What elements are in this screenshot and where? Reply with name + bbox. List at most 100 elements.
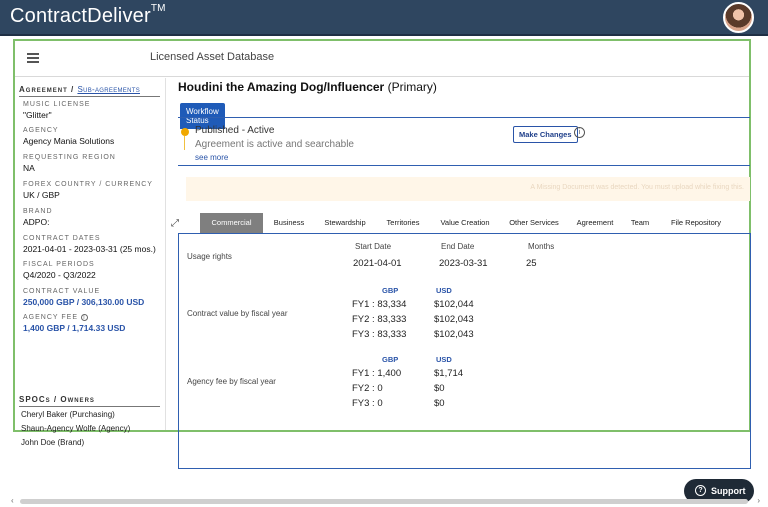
field-label: Brand [23,208,53,215]
fee-usd-value: $0 [434,398,445,409]
field-requesting-region: Requesting Region NA [23,154,163,173]
tab-agreement[interactable]: Agreement [572,213,618,233]
start-date-value: 2021-04-01 [353,258,402,269]
page-header: Licensed Asset Database [15,41,749,77]
tab-commercial[interactable]: Commercial [200,213,263,233]
fee-usd-value: $1,714 [434,368,464,379]
field-label: Contract Dates [23,235,101,242]
info-icon[interactable]: i [80,314,88,321]
field-contract-dates: Contract Dates 2021-04-01 - 2023-03-31 (… [23,235,163,254]
scroll-right-icon[interactable]: › [757,496,760,505]
help-icon: ? [695,485,706,496]
hamburger-icon[interactable] [27,53,39,63]
spoc-item: John Doe (Brand) [21,438,85,447]
make-changes-button[interactable]: Make Changes [513,126,578,143]
main-frame: Licensed Asset Database Agreement / Sub-… [13,39,751,469]
fee-usd-value: $0 [434,383,445,394]
field-contract-value: Contract Value 250,000 GBP / 306,130.00 … [23,288,163,307]
months-value: 25 [526,258,537,269]
agreement-sidebar: Agreement / Sub-agreements Music License… [15,78,166,447]
field-value: ADPO: [23,217,50,227]
sub-agreements-link[interactable]: Sub-agreements [77,85,140,94]
brand-trademark: TM [150,3,166,14]
contract-value-link[interactable]: 250,000 GBP / 306,130.00 USD [23,297,163,307]
spoc-item: Shaun-Agency Wolfe (Agency) [21,424,131,433]
field-value: Q4/2020 - Q3/2022 [23,270,96,280]
agency-fee-link[interactable]: 1,400 GBP / 1,714.33 USD [23,323,163,333]
field-label: Agency [23,127,59,134]
tab-business[interactable]: Business [267,213,311,233]
field-label: Fiscal Periods [23,261,95,268]
commercial-panel: Usage rights Start Date End Date Months … [178,233,751,469]
tab-other-services[interactable]: Other Services [503,213,565,233]
brand-name: ContractDeliver [10,5,151,27]
fee-fy-value: FY1 : 1,400 [352,368,402,379]
contract-value-label: Contract value by fiscal year [187,309,288,318]
field-value: 2021-04-01 - 2023-03-31 (25 mos.) [23,244,156,254]
field-fiscal-periods: Fiscal Periods Q4/2020 - Q3/2022 [23,261,163,280]
field-label: Music License [23,101,91,108]
agency-fee-label: Agency fee by fiscal year [187,377,276,386]
gbp-header: GBP [382,355,399,364]
usd-header: USD [436,355,452,364]
agency-fee-label: Agency Fee [23,314,78,321]
field-label: Requesting Region [23,154,116,161]
usd-header: USD [436,286,452,295]
scrollbar-thumb[interactable] [20,499,748,504]
support-label: Support [711,486,746,496]
start-date-header: Start Date [355,242,392,251]
field-agency: Agency Agency Mania Solutions [23,127,163,146]
app-brand[interactable]: ContractDeliverTM [10,3,166,28]
notice-banner: A Missing Document was detected. You mus… [186,177,750,201]
field-label: Agency Fee i [23,314,163,321]
tab-value-creation[interactable]: Value Creation [435,213,495,233]
field-forex: Forex Country / Currency UK / GBP [23,181,163,200]
field-value: NA [23,163,35,173]
detail-tabs: ⤢ Commercial Business Stewardship Territ… [171,213,750,233]
field-label: Contract Value [23,288,101,295]
contract-fy-value: FY2 : 83,333 [352,314,407,325]
gbp-header: GBP [382,286,399,295]
contract-usd-value: $102,043 [434,314,474,325]
end-date-header: End Date [441,242,475,251]
horizontal-scrollbar[interactable]: ‹ › [8,496,760,506]
workflow-status: Published - Active [195,125,275,136]
contract-fy-value: FY3 : 83,333 [352,329,407,340]
tab-file-repository[interactable]: File Repository [664,213,728,233]
scroll-left-icon[interactable]: ‹ [11,496,14,505]
status-dot-icon [181,128,189,136]
see-more-link[interactable]: see more [195,153,228,162]
field-value: Agency Mania Solutions [23,136,115,146]
asset-qualifier: (Primary) [387,80,437,94]
spoc-item: Cheryl Baker (Purchasing) [21,410,115,419]
fee-fy-value: FY2 : 0 [352,383,383,394]
field-music-license: Music License "Glitter" [23,101,163,120]
tab-territories[interactable]: Territories [379,213,427,233]
field-agency-fee: Agency Fee i 1,400 GBP / 1,714.33 USD [23,314,163,333]
tab-team[interactable]: Team [625,213,655,233]
field-value: "Glitter" [23,110,52,120]
top-app-bar: ContractDeliverTM [0,0,768,36]
workflow-description: Agreement is active and searchable [195,139,354,150]
notice-text: A Missing Document was detected. You mus… [530,184,744,191]
end-date-value: 2023-03-31 [439,258,488,269]
spocs-heading: SPOCs / Owners [19,395,160,407]
sidebar-heading: Agreement / Sub-agreements [19,85,160,97]
months-header: Months [528,242,555,251]
fee-fy-value: FY3 : 0 [352,398,383,409]
usage-rights-label: Usage rights [187,252,232,261]
page-title: Licensed Asset Database [150,51,275,63]
asset-name: Houdini the Amazing Dog/Influencer [178,80,385,94]
contract-usd-value: $102,043 [434,329,474,340]
sidebar-heading-agreement: Agreement [19,85,68,94]
field-label: Forex Country / Currency [23,181,153,188]
field-value: UK / GBP [23,190,60,200]
tab-stewardship[interactable]: Stewardship [318,213,372,233]
user-avatar[interactable] [723,2,754,33]
expand-icon[interactable]: ⤢ [171,218,179,229]
contract-fy-value: FY1 : 83,334 [352,299,407,310]
status-timeline [184,136,185,150]
heading-separator: / [67,85,78,94]
info-icon[interactable]: i [574,127,585,138]
asset-title: Houdini the Amazing Dog/Influencer (Prim… [178,80,437,94]
